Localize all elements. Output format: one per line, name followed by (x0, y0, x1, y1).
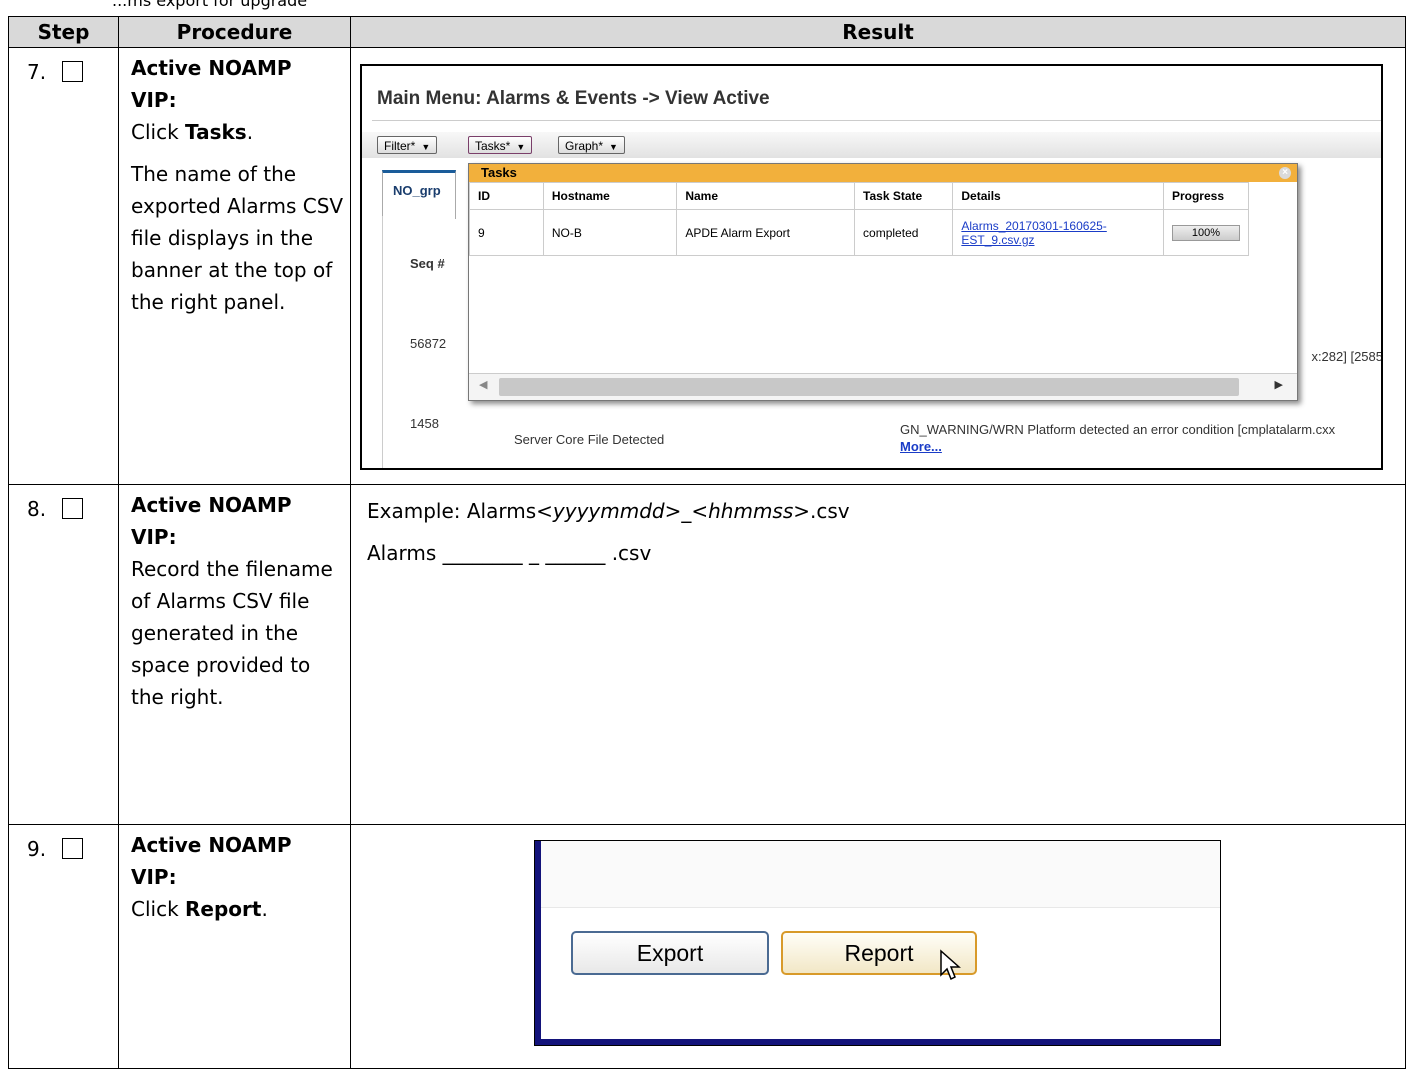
page-title: Main Menu: Alarms & Events -> View Activ… (377, 88, 770, 109)
more-link[interactable]: More... (900, 439, 942, 454)
export-file-link[interactable]: Alarms_20170301-160625- (961, 219, 1155, 233)
result-cell: Example: Alarms<yyyymmdd>_<hhmmss>.csv A… (350, 484, 1406, 825)
header-step: Step (8, 16, 119, 48)
tasks-table: ID Hostname Name Task State Details Prog… (469, 182, 1250, 256)
tasks-button[interactable]: Tasks* ▼ (468, 136, 533, 154)
scrollbar-thumb[interactable] (499, 378, 1239, 396)
graph-button[interactable]: Graph* ▼ (558, 136, 625, 154)
popup-title: Tasks × (469, 164, 1297, 182)
alarms-screenshot: Main Menu: Alarms & Events -> View Activ… (360, 64, 1383, 470)
chevron-down-icon: ▼ (609, 142, 618, 152)
procedure-text: Record the filename of Alarms CSV file g… (131, 557, 333, 709)
step-cell: 9. (8, 824, 119, 1069)
tasks-popup: Tasks × ID Hostname Name Task State Detai… (468, 163, 1298, 401)
step-checkbox[interactable] (62, 838, 83, 859)
table-row: 8. Active NOAMP VIP: Record the filename… (8, 484, 1406, 825)
seq-cell: 56872 (410, 336, 447, 351)
procedure-cell: Active NOAMP VIP: Record the filename of… (118, 484, 351, 825)
filename-record-line: Alarms ________ _ ______ .csv (367, 541, 652, 565)
procedure-note: The name of the exported Alarms CSV file… (131, 162, 344, 314)
tasks-header-row: ID Hostname Name Task State Details Prog… (469, 182, 1250, 210)
procedure-cell: Active NOAMP VIP: Click Report. (118, 824, 351, 1069)
event-name: Server Core File Detected (514, 432, 665, 447)
procedure-heading: Active NOAMP VIP: (131, 493, 292, 549)
procedure-heading: Active NOAMP VIP: (131, 833, 292, 889)
step-checkbox[interactable] (62, 498, 83, 519)
progress-bar: 100% (1171, 224, 1240, 241)
report-screenshot: Export Report (534, 840, 1221, 1046)
procedure-cell: Active NOAMP VIP: Click Tasks. The name … (118, 47, 351, 485)
header-procedure: Procedure (118, 16, 351, 48)
export-button[interactable]: Export (571, 931, 769, 975)
header-cutoff-text: ...ms export for upgrade (112, 0, 308, 10)
chevron-down-icon: ▼ (516, 142, 526, 152)
seq-cell: 1458 (410, 416, 439, 431)
step-number: 7. (27, 60, 47, 84)
header-result: Result (350, 16, 1406, 48)
tab-no-grp[interactable]: NO_grp (382, 170, 456, 219)
scroll-left-icon[interactable]: ◀ (479, 378, 487, 391)
mouse-cursor-icon (940, 949, 961, 981)
procedure-heading: Active NOAMP VIP: (131, 56, 292, 112)
close-icon[interactable]: × (1279, 167, 1291, 179)
filter-button[interactable]: Filter* ▼ (377, 136, 438, 154)
seq-header: Seq # (410, 256, 445, 271)
table-row: 9 NO-B APDE Alarm Export completed Alarm… (469, 209, 1250, 256)
table-header-row: Step Procedure Result (8, 16, 1406, 48)
horizontal-scrollbar[interactable]: ◀ ▶ (469, 373, 1297, 400)
step-number: 9. (27, 837, 47, 861)
step-cell: 7. (8, 47, 119, 485)
event-instance: GN_WARNING/WRN Platform detected an erro… (900, 422, 1336, 437)
scroll-right-icon[interactable]: ▶ (1275, 378, 1283, 391)
chevron-down-icon: ▼ (421, 142, 431, 152)
filename-example: Example: Alarms<yyyymmdd>_<hhmmss>.csv (367, 499, 850, 523)
procedure-action: Tasks (185, 120, 247, 144)
step-cell: 8. (8, 484, 119, 825)
event-text-truncated: x:282] [2585 (1311, 349, 1383, 364)
procedure-action: Report (185, 897, 262, 921)
export-file-link-cont[interactable]: EST_9.csv.gz (961, 233, 1155, 247)
step-number: 8. (27, 497, 47, 521)
step-checkbox[interactable] (62, 61, 83, 82)
